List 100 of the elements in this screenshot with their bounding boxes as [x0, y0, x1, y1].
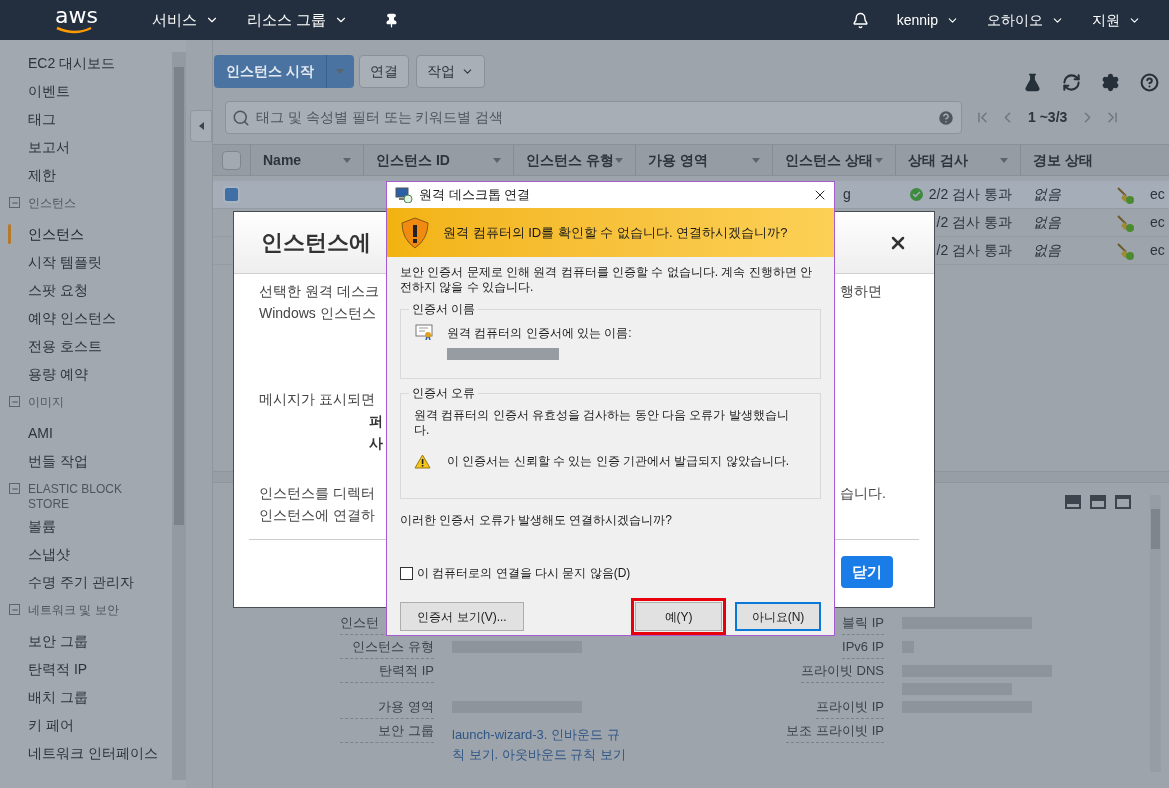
- column-header[interactable]: 상태 검사: [895, 145, 1020, 175]
- sidebar-item[interactable]: 스냅샷: [0, 540, 172, 568]
- nav-menu[interactable]: 서비스: [152, 8, 219, 32]
- pagination-text: 1 ~3/3: [1028, 108, 1068, 127]
- error-text: 원격 컴퓨터의 인증서 유효성을 검사하는 동안 다음 오류가 발생했습니다.: [414, 408, 790, 438]
- broom-icon[interactable]: [1116, 213, 1134, 232]
- sidebar-item[interactable]: EC2 대시보드: [0, 49, 172, 77]
- sidebar-item[interactable]: 시작 템플릿: [0, 248, 172, 276]
- panel-layout-icon[interactable]: [1090, 495, 1106, 509]
- sidebar-item[interactable]: 네트워크 인터페이스: [0, 739, 172, 767]
- detail-label: 프라이빗 IP: [816, 697, 884, 719]
- sidebar-item[interactable]: 이벤트: [0, 77, 172, 105]
- settings-icon[interactable]: [1101, 73, 1120, 92]
- table-cell: ec: [1150, 214, 1165, 230]
- table-cell-text: /2 검사 통과: [936, 213, 1012, 232]
- no-button[interactable]: 아니요(N): [735, 602, 821, 631]
- caret-left-icon: [198, 122, 204, 130]
- security-group-link[interactable]: launch-wizard-3. 인바운드 규칙 보기. 아웃바운드 규칙 보기: [452, 725, 627, 765]
- sidebar-section-header[interactable]: 네트워크 및 보안: [0, 603, 172, 627]
- table-cell-text: /2 검사 통과: [936, 241, 1012, 260]
- modal-text: 사: [369, 434, 383, 451]
- help-icon[interactable]: [937, 108, 955, 127]
- sidebar-item[interactable]: 키 페어: [0, 711, 172, 739]
- sidebar-section-header[interactable]: 인스턴스: [0, 196, 172, 220]
- search-input[interactable]: 태그 및 속성별 필터 또는 키워드별 검색: [256, 107, 931, 128]
- checkbox-label[interactable]: 이 컴퓨터로의 연결을 다시 묻지 않음(D): [417, 564, 631, 582]
- yes-button[interactable]: 예(Y): [635, 602, 722, 631]
- table-cell-text: 없음: [1033, 185, 1061, 204]
- column-header[interactable]: 경보 상태: [1020, 145, 1140, 175]
- detail-label: 보조 프라이빗 IP: [786, 721, 884, 743]
- modal-title: 인스턴스에: [261, 229, 371, 257]
- search-icon: [232, 108, 250, 127]
- panel-layout-icon[interactable]: [1115, 495, 1131, 509]
- sidebar-item[interactable]: 인스턴스: [0, 220, 172, 248]
- nav-menu[interactable]: 리소스 그룹: [247, 8, 349, 32]
- dialog-title: 원격 데스크톱 연결: [419, 186, 531, 205]
- flask-icon[interactable]: [1023, 73, 1042, 92]
- row-checkbox[interactable]: [223, 186, 240, 203]
- toolbar-button[interactable]: 연결: [358, 55, 409, 88]
- search-field[interactable]: 태그 및 속성별 필터 또는 키워드별 검색: [225, 101, 962, 134]
- collapse-icon: [9, 604, 20, 615]
- collapse-sidebar-handle[interactable]: [190, 110, 212, 142]
- panel-layout-icon[interactable]: [1065, 495, 1081, 509]
- checkbox[interactable]: [400, 566, 413, 580]
- modal-text: 퍼: [369, 412, 383, 429]
- launch-instance-button[interactable]: 인스턴스 시작: [214, 55, 354, 88]
- table-cell-text: 없음: [1033, 241, 1061, 260]
- sidebar-item[interactable]: AMI: [0, 419, 172, 447]
- column-header[interactable]: 가용 영역: [635, 145, 772, 175]
- logo-text[interactable]: aws: [55, 6, 98, 26]
- bell-icon[interactable]: [851, 11, 869, 29]
- column-header[interactable]: 인스턴스 ID: [363, 145, 513, 175]
- shield-warning-icon: [401, 216, 429, 249]
- sidebar-item[interactable]: 수명 주기 관리자: [0, 568, 172, 596]
- close-button[interactable]: 닫기: [841, 556, 893, 588]
- sidebar-item[interactable]: 탄력적 IP: [0, 655, 172, 683]
- broom-icon[interactable]: [1116, 241, 1134, 260]
- modal-text: 메시지가 표시되면: [259, 390, 375, 407]
- detail-label: 탄력적 IP: [340, 661, 434, 683]
- refresh-icon[interactable]: [1062, 73, 1081, 92]
- sidebar-item[interactable]: 번들 작업: [0, 447, 172, 475]
- column-header[interactable]: 인스턴스 유형: [513, 145, 635, 175]
- detail-label: IPv6 IP: [842, 637, 884, 659]
- scrollbar[interactable]: [1150, 495, 1161, 772]
- sidebar-section-header[interactable]: ELASTIC BLOCK STORE: [0, 482, 172, 512]
- modal-text: Windows 인스턴스: [259, 304, 376, 321]
- group-title: 인증서 오류: [409, 385, 479, 401]
- nav-menu[interactable]: 오하이오: [987, 9, 1064, 31]
- certificate-name-label: 원격 컴퓨터의 인증서에 있는 이름:: [447, 325, 632, 342]
- sidebar-item[interactable]: 보안 그룹: [0, 627, 172, 655]
- view-certificate-button[interactable]: 인증서 보기(V)...: [400, 602, 524, 631]
- help-icon[interactable]: [1140, 73, 1159, 92]
- sidebar-item[interactable]: 스팟 요청: [0, 276, 172, 304]
- nav-menu[interactable]: kennip: [896, 9, 959, 31]
- pin-icon[interactable]: [384, 12, 400, 28]
- sidebar-section-header[interactable]: 이미지: [0, 395, 172, 419]
- warning-icon: [414, 453, 431, 469]
- toolbar-button[interactable]: 작업: [415, 55, 485, 88]
- detail-label: 블릭 IP: [842, 613, 884, 635]
- modal-text: 선택한 원격 데스크: [259, 282, 379, 299]
- sidebar-item[interactable]: 예약 인스턴스: [0, 304, 172, 332]
- nav-menu[interactable]: 지원: [1092, 9, 1141, 31]
- detail-label: 가용 영역: [340, 697, 434, 719]
- column-header[interactable]: 인스턴스 상태: [772, 145, 895, 175]
- sidebar-item[interactable]: 전용 호스트: [0, 332, 172, 360]
- sidebar-item[interactable]: 제한: [0, 161, 172, 189]
- sort-caret-icon: [336, 69, 345, 74]
- remote-desktop-icon: [395, 187, 413, 204]
- modal-text: 습니다.: [840, 483, 886, 503]
- select-all-checkbox[interactable]: [222, 150, 241, 170]
- column-header[interactable]: Name: [250, 145, 363, 175]
- broom-icon[interactable]: [1116, 185, 1134, 204]
- sidebar-item[interactable]: 볼륨: [0, 512, 172, 540]
- sidebar-item[interactable]: 태그: [0, 105, 172, 133]
- sidebar-item[interactable]: 용량 예약: [0, 360, 172, 388]
- question-text: 이러한 인증서 오류가 발생해도 연결하시겠습니까?: [400, 512, 673, 529]
- sidebar-item[interactable]: 배치 그룹: [0, 683, 172, 711]
- collapse-icon: [9, 197, 20, 208]
- sidebar-item[interactable]: 보고서: [0, 133, 172, 161]
- scrollbar[interactable]: [172, 52, 186, 780]
